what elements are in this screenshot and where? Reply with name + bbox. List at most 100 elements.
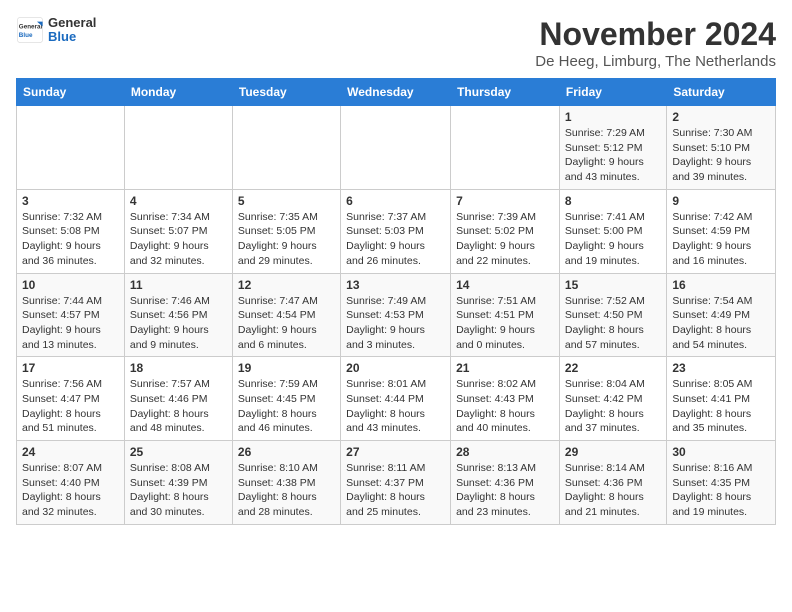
calendar-cell: 20Sunrise: 8:01 AMSunset: 4:44 PMDayligh…: [341, 357, 451, 441]
day-number: 14: [456, 278, 554, 292]
day-number: 18: [130, 361, 227, 375]
logo-text: General Blue: [48, 16, 96, 45]
day-number: 24: [22, 445, 119, 459]
calendar-header: SundayMondayTuesdayWednesdayThursdayFrid…: [17, 79, 776, 106]
calendar-cell: [232, 106, 340, 190]
calendar-cell: 23 Sunrise: 8:05 AMSunset: 4:41 PMDayligh…: [667, 357, 776, 441]
day-number: 16: [672, 278, 770, 292]
day-number: 15: [565, 278, 661, 292]
day-info: Sunrise: 8:08 AMSunset: 4:39 PMDaylight:…: [130, 461, 227, 520]
weekday-header-saturday: Saturday: [667, 79, 776, 106]
day-number: 23: [672, 361, 770, 375]
calendar-cell: 4 Sunrise: 7:34 AMSunset: 5:07 PMDaylight…: [124, 189, 232, 273]
calendar-week-row: 24 Sunrise: 8:07 AMSunset: 4:40 PMDayligh…: [17, 441, 776, 525]
weekday-header-row: SundayMondayTuesdayWednesdayThursdayFrid…: [17, 79, 776, 106]
svg-text:Blue: Blue: [19, 32, 33, 39]
calendar-cell: 5Sunrise: 7:35 AMSunset: 5:05 PMDaylight…: [232, 189, 340, 273]
calendar-cell: 27Sunrise: 8:11 AMSunset: 4:37 PMDayligh…: [341, 441, 451, 525]
day-info: Sunrise: 8:14 AMSunset: 4:36 PMDaylight:…: [565, 461, 661, 520]
calendar-cell: 15 Sunrise: 7:52 AMSunset: 4:50 PMDayligh…: [559, 273, 666, 357]
weekday-header-thursday: Thursday: [451, 79, 560, 106]
day-info: Sunrise: 7:52 AMSunset: 4:50 PMDaylight:…: [565, 294, 661, 353]
calendar-cell: 1Sunrise: 7:29 AMSunset: 5:12 PMDaylight…: [559, 106, 666, 190]
calendar-cell: 18 Sunrise: 7:57 AMSunset: 4:46 PMDayligh…: [124, 357, 232, 441]
day-info: Sunrise: 8:02 AMSunset: 4:43 PMDaylight:…: [456, 377, 554, 436]
day-number: 9: [672, 194, 770, 208]
day-info: Sunrise: 7:49 AMSunset: 4:53 PMDaylight:…: [346, 294, 445, 353]
calendar-cell: 16Sunrise: 7:54 AMSunset: 4:49 PMDayligh…: [667, 273, 776, 357]
calendar-cell: 19 Sunrise: 7:59 AMSunset: 4:45 PMDayligh…: [232, 357, 340, 441]
calendar-week-row: 1Sunrise: 7:29 AMSunset: 5:12 PMDaylight…: [17, 106, 776, 190]
page-container: General Blue General Blue November 2024 …: [16, 16, 776, 525]
day-info: Sunrise: 7:30 AMSunset: 5:10 PMDaylight:…: [672, 126, 770, 185]
weekday-header-sunday: Sunday: [17, 79, 125, 106]
day-number: 27: [346, 445, 445, 459]
day-info: Sunrise: 7:59 AMSunset: 4:45 PMDaylight:…: [238, 377, 335, 436]
day-number: 3: [22, 194, 119, 208]
day-number: 22: [565, 361, 661, 375]
calendar-week-row: 17 Sunrise: 7:56 AMSunset: 4:47 PMDayligh…: [17, 357, 776, 441]
calendar-week-row: 3 Sunrise: 7:32 AMSunset: 5:08 PMDaylight…: [17, 189, 776, 273]
calendar-cell: 9Sunrise: 7:42 AMSunset: 4:59 PMDaylight…: [667, 189, 776, 273]
day-number: 12: [238, 278, 335, 292]
calendar-week-row: 10 Sunrise: 7:44 AMSunset: 4:57 PMDayligh…: [17, 273, 776, 357]
month-title: November 2024: [535, 16, 776, 53]
calendar-cell: 29 Sunrise: 8:14 AMSunset: 4:36 PMDayligh…: [559, 441, 666, 525]
calendar-table: SundayMondayTuesdayWednesdayThursdayFrid…: [16, 78, 776, 525]
svg-text:General: General: [19, 24, 43, 31]
day-info: Sunrise: 7:44 AMSunset: 4:57 PMDaylight:…: [22, 294, 119, 353]
logo: General Blue General Blue: [16, 16, 96, 45]
day-info: Sunrise: 8:05 AMSunset: 4:41 PMDaylight:…: [672, 377, 770, 436]
title-area: November 2024 De Heeg, Limburg, The Neth…: [535, 16, 776, 70]
day-info: Sunrise: 8:01 AMSunset: 4:44 PMDaylight:…: [346, 377, 445, 436]
day-info: Sunrise: 7:41 AMSunset: 5:00 PMDaylight:…: [565, 210, 661, 269]
calendar-cell: 21 Sunrise: 8:02 AMSunset: 4:43 PMDayligh…: [451, 357, 560, 441]
calendar-cell: 25 Sunrise: 8:08 AMSunset: 4:39 PMDayligh…: [124, 441, 232, 525]
calendar-cell: 30 Sunrise: 8:16 AMSunset: 4:35 PMDayligh…: [667, 441, 776, 525]
calendar-cell: 13 Sunrise: 7:49 AMSunset: 4:53 PMDayligh…: [341, 273, 451, 357]
day-number: 10: [22, 278, 119, 292]
calendar-cell: 2Sunrise: 7:30 AMSunset: 5:10 PMDaylight…: [667, 106, 776, 190]
calendar-cell: 14 Sunrise: 7:51 AMSunset: 4:51 PMDayligh…: [451, 273, 560, 357]
calendar-cell: 28Sunrise: 8:13 AMSunset: 4:36 PMDayligh…: [451, 441, 560, 525]
day-info: Sunrise: 7:47 AMSunset: 4:54 PMDaylight:…: [238, 294, 335, 353]
day-number: 1: [565, 110, 661, 124]
day-number: 19: [238, 361, 335, 375]
logo-icon: General Blue: [16, 16, 44, 44]
day-number: 21: [456, 361, 554, 375]
day-number: 4: [130, 194, 227, 208]
weekday-header-tuesday: Tuesday: [232, 79, 340, 106]
weekday-header-friday: Friday: [559, 79, 666, 106]
day-info: Sunrise: 7:34 AMSunset: 5:07 PMDaylight:…: [130, 210, 227, 269]
day-info: Sunrise: 8:04 AMSunset: 4:42 PMDaylight:…: [565, 377, 661, 436]
logo-general: General: [48, 16, 96, 30]
day-number: 6: [346, 194, 445, 208]
day-number: 30: [672, 445, 770, 459]
day-info: Sunrise: 7:46 AMSunset: 4:56 PMDaylight:…: [130, 294, 227, 353]
day-number: 7: [456, 194, 554, 208]
calendar-body: 1Sunrise: 7:29 AMSunset: 5:12 PMDaylight…: [17, 106, 776, 525]
calendar-cell: 11Sunrise: 7:46 AMSunset: 4:56 PMDayligh…: [124, 273, 232, 357]
calendar-cell: [451, 106, 560, 190]
day-number: 13: [346, 278, 445, 292]
day-info: Sunrise: 8:16 AMSunset: 4:35 PMDaylight:…: [672, 461, 770, 520]
day-info: Sunrise: 7:57 AMSunset: 4:46 PMDaylight:…: [130, 377, 227, 436]
calendar-cell: 8Sunrise: 7:41 AMSunset: 5:00 PMDaylight…: [559, 189, 666, 273]
day-info: Sunrise: 7:32 AMSunset: 5:08 PMDaylight:…: [22, 210, 119, 269]
day-number: 29: [565, 445, 661, 459]
day-number: 5: [238, 194, 335, 208]
weekday-header-monday: Monday: [124, 79, 232, 106]
calendar-cell: 17 Sunrise: 7:56 AMSunset: 4:47 PMDayligh…: [17, 357, 125, 441]
day-number: 28: [456, 445, 554, 459]
day-info: Sunrise: 8:10 AMSunset: 4:38 PMDaylight:…: [238, 461, 335, 520]
calendar-cell: 12 Sunrise: 7:47 AMSunset: 4:54 PMDayligh…: [232, 273, 340, 357]
calendar-cell: [17, 106, 125, 190]
day-info: Sunrise: 7:56 AMSunset: 4:47 PMDaylight:…: [22, 377, 119, 436]
calendar-cell: 3 Sunrise: 7:32 AMSunset: 5:08 PMDaylight…: [17, 189, 125, 273]
day-number: 17: [22, 361, 119, 375]
day-number: 25: [130, 445, 227, 459]
day-info: Sunrise: 8:07 AMSunset: 4:40 PMDaylight:…: [22, 461, 119, 520]
logo-blue: Blue: [48, 30, 96, 44]
weekday-header-wednesday: Wednesday: [341, 79, 451, 106]
day-info: Sunrise: 7:51 AMSunset: 4:51 PMDaylight:…: [456, 294, 554, 353]
